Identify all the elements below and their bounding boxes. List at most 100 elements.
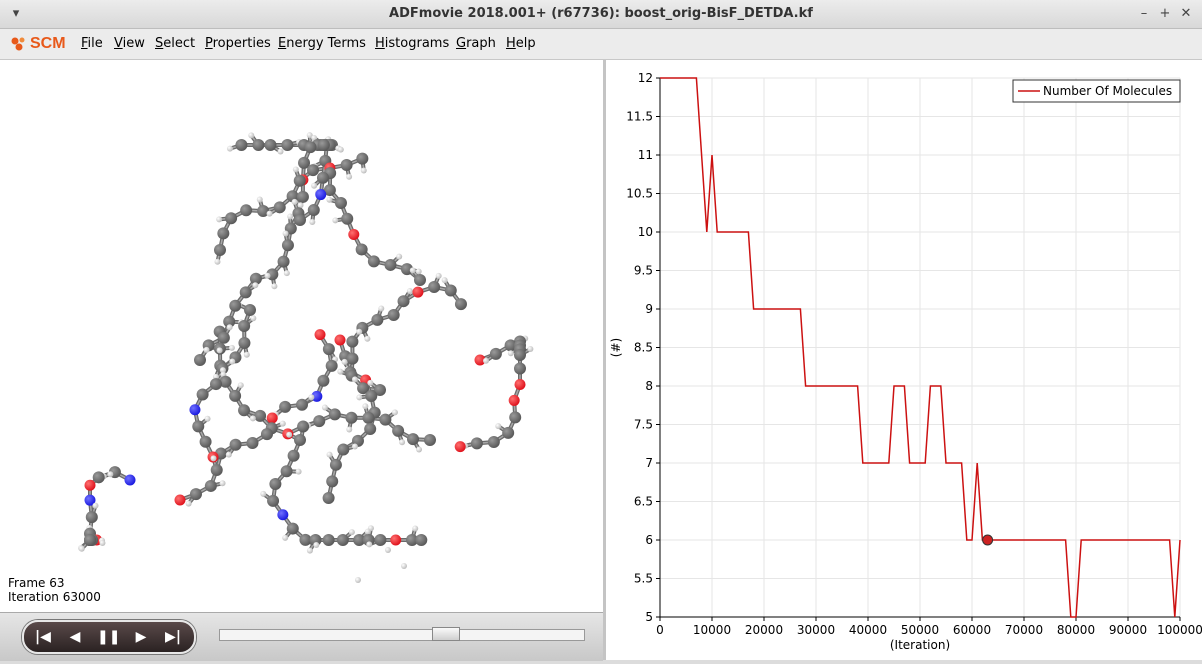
y-tick-label: 11 [638,148,653,162]
carbon-atom [190,488,202,500]
carbon-atom [428,281,440,293]
carbon-atom [269,478,281,490]
menu-view[interactable]: View [114,36,145,51]
frame-label: Frame 63 [8,576,101,590]
carbon-atom [388,309,400,321]
next-frame-button[interactable]: ▶ [130,626,152,648]
carbon-atom [337,534,349,546]
hydrogen-atom [278,149,284,155]
close-button[interactable]: ✕ [1176,4,1196,24]
carbon-atom [374,534,386,546]
carbon-atom [205,480,217,492]
carbon-atom [197,389,209,401]
carbon-atom [509,411,521,423]
hydrogen-atom [527,346,533,352]
carbon-atom [307,164,319,176]
molecule-view[interactable] [0,60,603,612]
carbon-atom [274,201,286,213]
carbon-atom [424,434,436,446]
hydrogen-atom [296,469,302,475]
menu-help[interactable]: Help [506,36,536,51]
hydrogen-atom [265,273,271,279]
hydrogen-atom [250,315,256,321]
menu-energy-terms[interactable]: Energy Terms [278,36,366,51]
carbon-atom [379,414,391,426]
hydrogen-atom [338,147,344,153]
oxygen-atom [412,287,423,298]
molecule-viewer[interactable] [0,60,603,612]
hydrogen-atom [229,358,235,364]
x-tick-label: 30000 [797,623,835,637]
carbon-atom [229,390,241,402]
molecules-chart[interactable]: 0100002000030000400005000060000700008000… [606,60,1202,660]
legend-label: Number Of Molecules [1043,84,1172,98]
hydrogen-atom [365,529,371,535]
hydrogen-atom [495,423,501,429]
menu-file[interactable]: File [81,36,103,51]
x-tick-label: 80000 [1057,623,1095,637]
nitrogen-atom [189,404,200,415]
playback-bar: |◀ ◀ ❚❚ ▶ ▶| [0,612,603,661]
x-tick-label: 0 [656,623,664,637]
carbon-atom [308,204,320,216]
iteration-label: Iteration 63000 [8,590,101,604]
hydrogen-atom [99,540,105,546]
current-frame-marker [983,535,993,545]
carbon-atom [230,439,242,451]
x-tick-label: 60000 [953,623,991,637]
menu-select[interactable]: Select [155,36,195,51]
scm-logo: SCM [10,35,66,53]
oxygen-atom [267,412,278,423]
carbon-atom [335,197,347,209]
hydrogen-atom [271,283,277,289]
carbon-atom [93,471,105,483]
carbon-atom [356,153,368,165]
hydrogen-atom [416,446,422,452]
frame-slider[interactable] [219,629,585,641]
slider-thumb[interactable] [432,627,460,641]
carbon-atom [244,304,256,316]
oxygen-atom [315,329,326,340]
menu-histograms[interactable]: Histograms [375,36,449,51]
carbon-atom [323,492,335,504]
hydrogen-atom [284,270,290,276]
hydrogen-atom [407,288,413,294]
hydrogen-atom [257,196,263,202]
y-tick-label: 12 [638,71,653,85]
menu-properties[interactable]: Properties [205,36,271,51]
hydrogen-atom [280,421,286,427]
hydrogen-atom [267,211,273,217]
x-axis-label: (Iteration) [890,638,950,652]
hydrogen-atom [412,525,418,531]
carbon-atom [278,256,290,268]
carbon-atom [365,390,377,402]
y-tick-label: 9.5 [634,264,653,278]
first-frame-button[interactable]: |◀ [32,626,54,648]
hydrogen-atom [352,443,358,449]
oxygen-atom [509,395,520,406]
hydrogen-atom [392,409,398,415]
hydrogen-atom [92,503,98,509]
scm-logo-icon [10,36,28,52]
carbon-atom [490,348,502,360]
hydrogen-atom [226,452,232,458]
nitrogen-atom [277,509,288,520]
last-frame-button[interactable]: ▶| [162,626,184,648]
menu-graph[interactable]: Graph [456,36,496,51]
maximize-icon: + [1160,6,1171,21]
pause-button[interactable]: ❚❚ [97,626,119,648]
previous-frame-button[interactable]: ◀ [64,626,86,648]
oxygen-atom [515,379,526,390]
step-forward-icon: ▶ [136,629,147,645]
carbon-atom [294,214,306,226]
carbon-atom [345,412,357,424]
carbon-atom [297,421,309,433]
minimize-button[interactable]: – [1134,4,1154,24]
hydrogen-atom [401,563,407,569]
maximize-button[interactable]: + [1155,4,1175,24]
carbon-atom [296,399,308,411]
carbon-atom [337,444,349,456]
hydrogen-atom [282,535,288,541]
hydrogen-atom [220,480,226,486]
y-axis-label: (#) [609,338,623,357]
